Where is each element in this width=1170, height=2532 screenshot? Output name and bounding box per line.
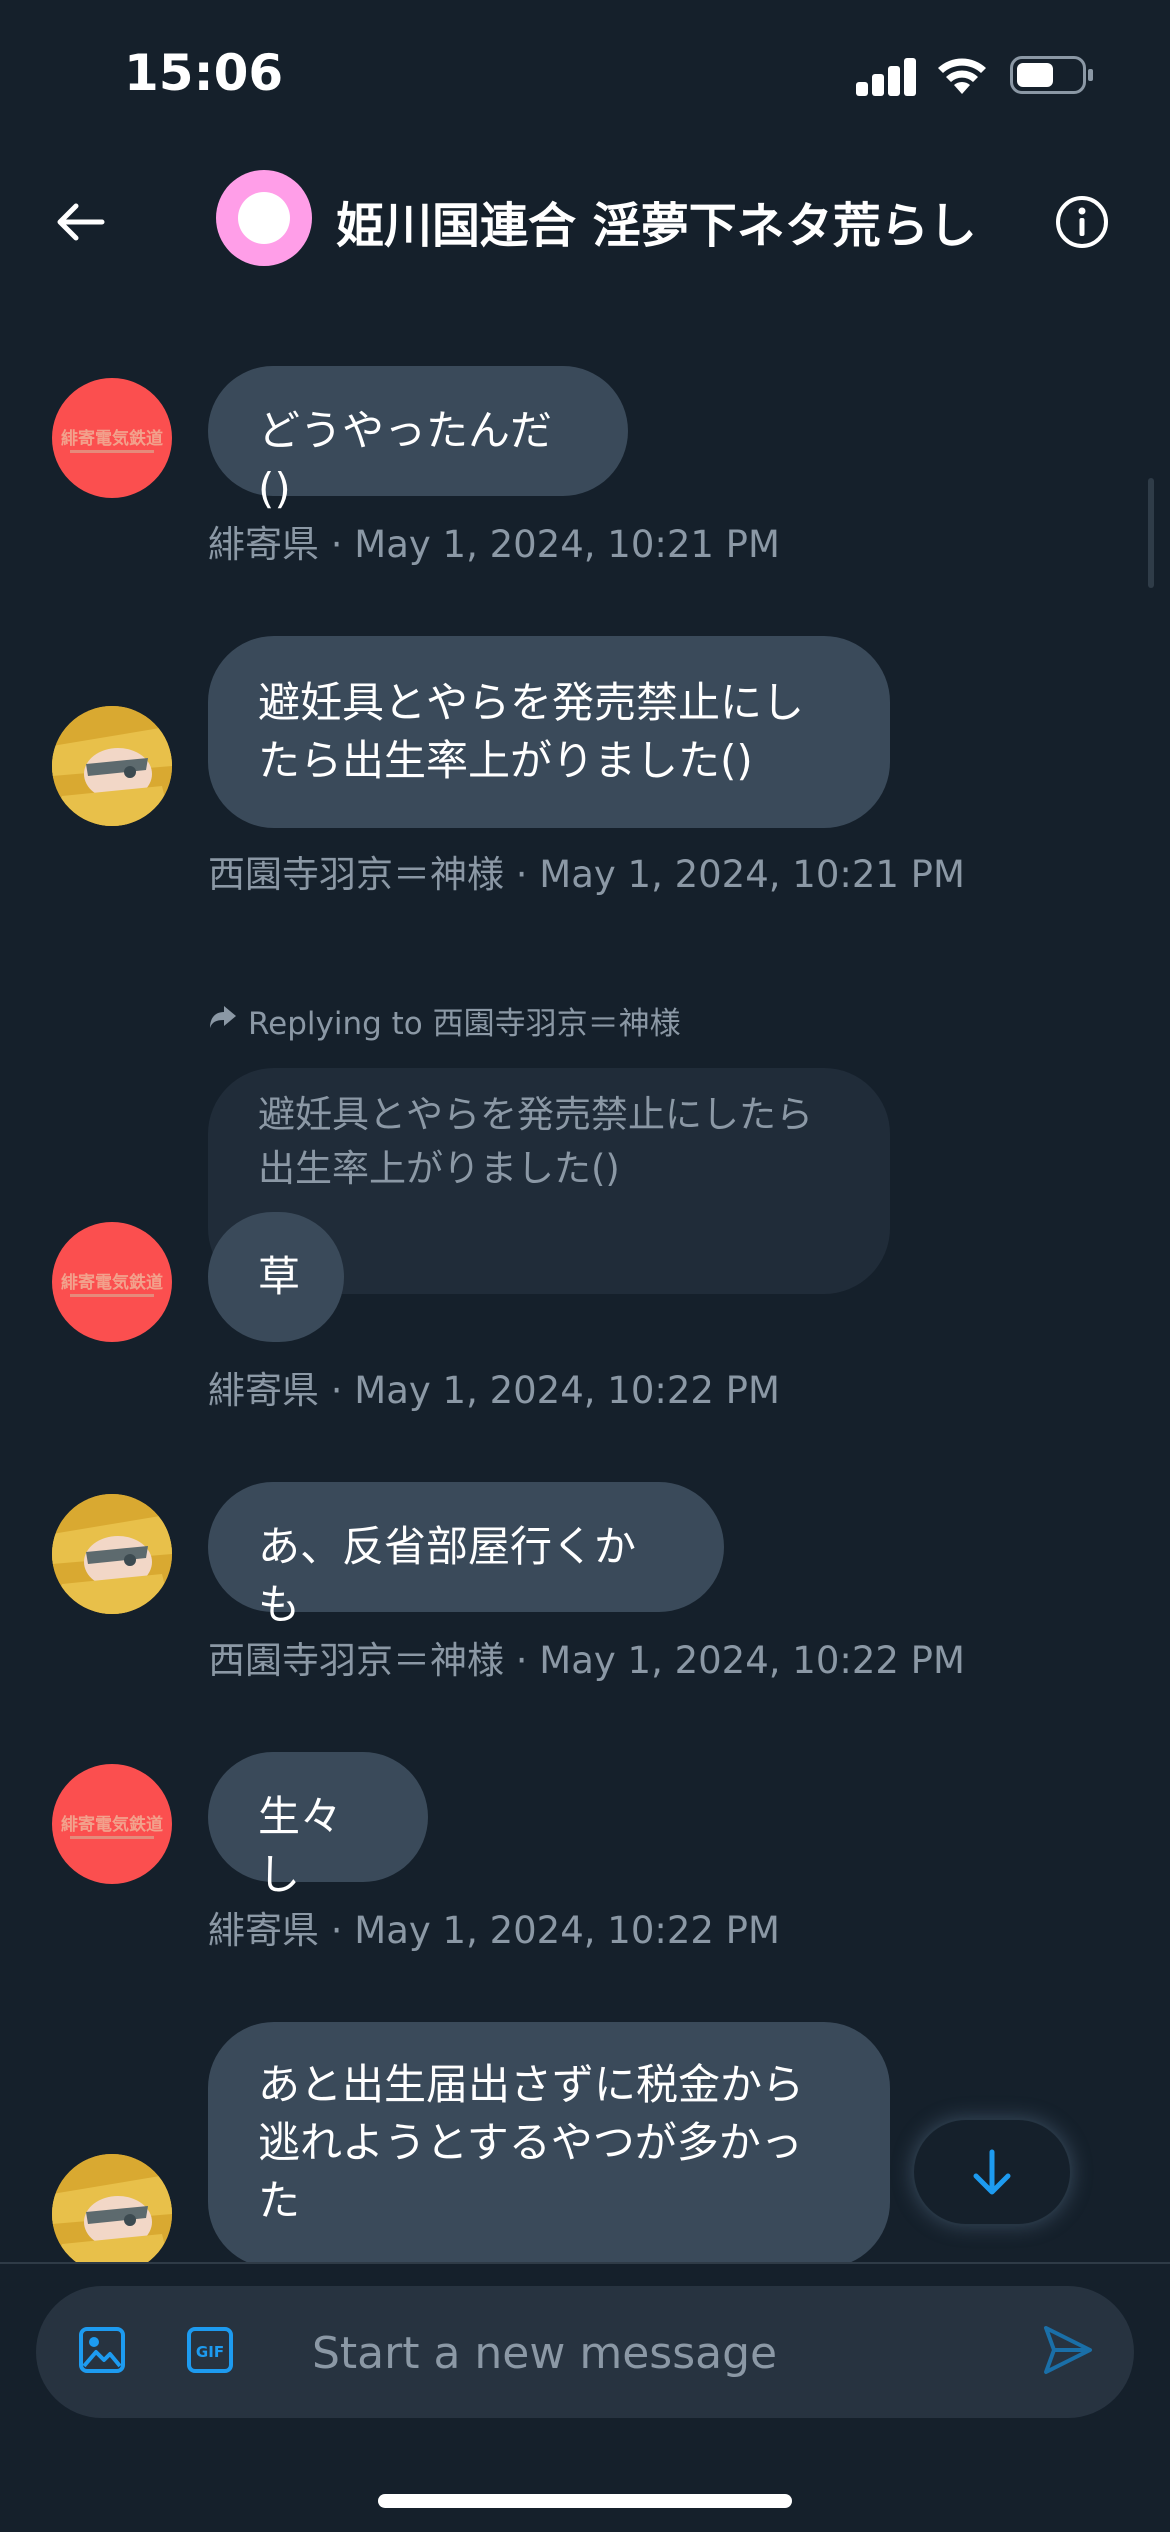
message-bubble[interactable]: 生々し [208, 1752, 428, 1899]
send-icon[interactable] [1040, 2322, 1096, 2378]
avatar-label: 緋寄電気鉄道 [61, 1273, 163, 1293]
image-icon[interactable] [78, 2326, 126, 2374]
avatar[interactable] [52, 706, 172, 826]
avatar-label: 緋寄電気鉄道 [61, 429, 163, 449]
replying-to-label: Replying to 西園寺羽京＝神様 [248, 1006, 681, 1042]
reply-arrow-icon [210, 1006, 236, 1028]
avatar-label: 緋寄電気鉄道 [61, 1815, 163, 1835]
conversation-title[interactable]: 姫川国連合 淫夢下ネタ荒らし [336, 186, 977, 256]
home-indicator[interactable] [378, 2494, 792, 2508]
message-meta: 西園寺羽京＝神様 · May 1, 2024, 10:22 PM [208, 1639, 965, 1682]
avatar[interactable]: 緋寄電気鉄道 [52, 1222, 172, 1342]
avatar[interactable] [52, 2154, 172, 2274]
message-meta: 緋寄県 · May 1, 2024, 10:22 PM [208, 1909, 780, 1952]
message-meta: 緋寄県 · May 1, 2024, 10:22 PM [208, 1369, 780, 1412]
back-arrow-icon[interactable] [50, 192, 110, 252]
avatar-illustration [52, 706, 172, 826]
group-avatar-center [238, 192, 290, 244]
avatar[interactable]: 緋寄電気鉄道 [52, 378, 172, 498]
cellular-signal-icon [856, 58, 916, 96]
scroll-to-bottom-button[interactable] [912, 2118, 1072, 2226]
avatar[interactable]: 緋寄電気鉄道 [52, 1764, 172, 1884]
status-time: 15:06 [124, 44, 284, 102]
composer-divider [0, 2262, 1170, 2264]
message-meta: 西園寺羽京＝神様 · May 1, 2024, 10:21 PM [208, 853, 965, 896]
svg-text:GIF: GIF [196, 2343, 224, 2361]
message-input[interactable] [310, 2320, 974, 2386]
avatar[interactable] [52, 1494, 172, 1614]
message-bubble[interactable]: どうやったんだ() [208, 366, 628, 513]
info-icon[interactable] [1054, 194, 1110, 250]
avatar-illustration [52, 2154, 172, 2274]
gif-icon[interactable]: GIF [186, 2326, 234, 2374]
avatar-illustration [52, 1494, 172, 1614]
wifi-icon [938, 58, 986, 94]
arrow-down-icon [973, 2149, 1011, 2195]
message-bubble[interactable]: あと出生届出さずに税金から逃れようとするやつが多かった [208, 2022, 890, 2268]
message-bubble[interactable]: 避妊具とやらを発売禁止にしたら出生率上がりました() [208, 636, 890, 828]
message-bubble[interactable]: あ、反省部屋行くかも [208, 1482, 724, 1629]
battery-icon [1010, 56, 1093, 94]
message-meta: 緋寄県 · May 1, 2024, 10:21 PM [208, 523, 780, 566]
scroll-indicator[interactable] [1148, 478, 1154, 588]
message-bubble[interactable]: 草 [208, 1212, 344, 1342]
